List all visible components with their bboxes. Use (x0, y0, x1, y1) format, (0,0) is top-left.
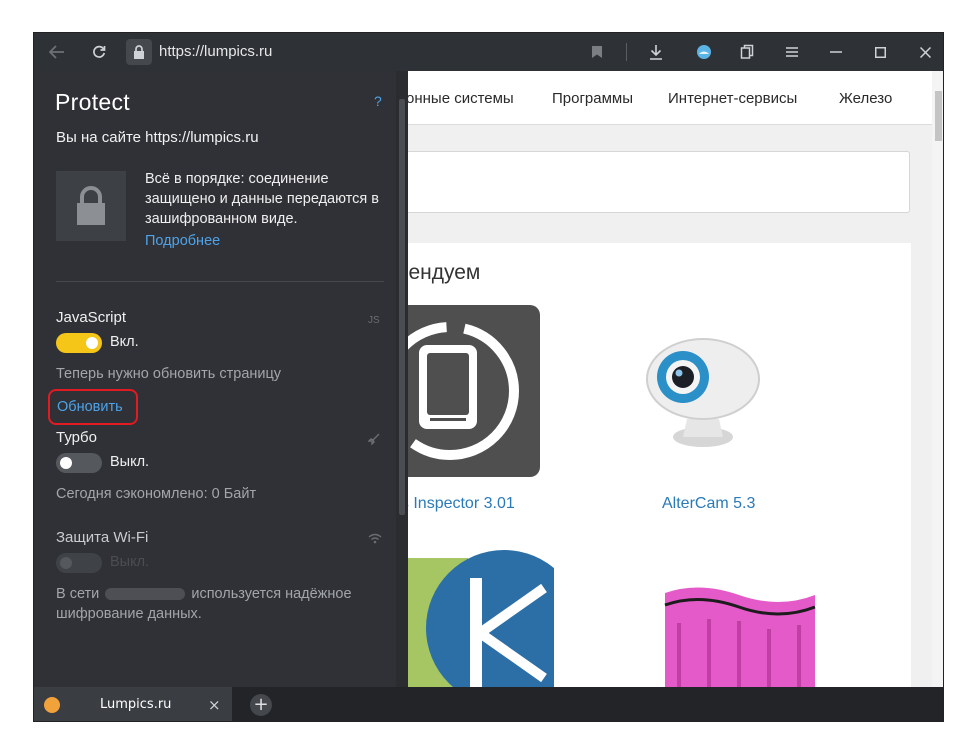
rocket-icon (367, 433, 380, 448)
more-info-link[interactable]: Подробнее (145, 233, 220, 249)
wifi-protection-label: Защита Wi-Fi (56, 529, 149, 546)
back-icon[interactable] (42, 33, 72, 71)
javascript-icon: JS (368, 315, 380, 326)
address-bar[interactable]: https://lumpics.ru (159, 33, 272, 71)
toggle-knob (60, 557, 72, 569)
bookmark-icon[interactable] (582, 33, 612, 71)
nav-item-internet-services[interactable]: Интернет-сервисы (668, 71, 797, 127)
nav-item-os[interactable]: онные системы (406, 71, 514, 127)
nav-item-programs[interactable]: Программы (552, 71, 633, 127)
page-scroll-thumb[interactable] (935, 91, 942, 141)
help-link[interactable]: ? (374, 93, 382, 109)
wifi-note-suffix: используется надёжное (191, 586, 352, 602)
program-logo-kodi[interactable] (394, 548, 582, 687)
javascript-toggle-label: Вкл. (110, 334, 139, 350)
program-link-altercam[interactable]: AlterCam 5.3 (662, 495, 755, 513)
network-name-blurred (105, 588, 186, 601)
hamburger-menu-icon[interactable] (777, 33, 807, 71)
yandex-disk-icon[interactable] (689, 33, 719, 71)
new-tab-button[interactable]: + (250, 694, 272, 716)
turbo-saved-text: Сегодня сэкономлено: 0 Байт (56, 486, 257, 502)
reload-icon[interactable] (84, 33, 114, 71)
connection-status-text: Всё в порядке: соединение защищено и дан… (145, 171, 379, 227)
protect-panel: Protect ? Вы на сайте https://lumpics.ru… (34, 71, 408, 687)
site-line: Вы на сайте https://lumpics.ru (56, 129, 259, 146)
reload-needed-note: Теперь нужно обновить страницу (56, 366, 282, 382)
minimize-icon[interactable] (821, 33, 851, 71)
nav-item-hardware[interactable]: Железо (839, 71, 892, 127)
panel-divider (56, 281, 384, 282)
program-logo-altercam[interactable] (639, 329, 769, 459)
site-search-box[interactable] (334, 151, 910, 213)
panel-scroll-thumb[interactable] (399, 99, 405, 515)
wifi-toggle-label: Выкл. (110, 554, 150, 570)
recommended-card: мендуем es Inspector 3.01 AlterCam 5.3 (324, 243, 911, 687)
toggle-knob (60, 457, 72, 469)
close-window-icon[interactable] (910, 33, 940, 71)
toolbar-divider (626, 43, 627, 61)
javascript-label: JavaScript (56, 309, 127, 326)
program-logo-film[interactable] (659, 583, 819, 687)
program-link-inspector[interactable]: es Inspector 3.01 (392, 495, 515, 513)
wifi-note-line2: шифрование данных. (56, 606, 202, 622)
wifi-icon (368, 533, 382, 547)
browser-window: https://lumpics.ru онные системы Програм… (33, 32, 944, 722)
wifi-note: В сети используется надёжное шифрование … (56, 584, 352, 624)
tabs-manager-icon[interactable] (732, 33, 762, 71)
turbo-toggle-label: Выкл. (110, 454, 150, 470)
wifi-toggle (56, 553, 102, 573)
refresh-page-button[interactable]: Обновить (48, 389, 138, 425)
tab-lumpics[interactable]: Lumpics.ru × (34, 687, 232, 721)
favicon-icon (44, 697, 60, 713)
page-scrollbar[interactable] (932, 71, 943, 687)
tab-bar: Lumpics.ru × + (34, 687, 943, 721)
wifi-note-prefix: В сети (56, 586, 100, 602)
protect-title: Protect (55, 89, 130, 115)
tab-title: Lumpics.ru (100, 697, 172, 712)
tab-close-icon[interactable]: × (208, 687, 221, 721)
javascript-toggle[interactable] (56, 333, 102, 353)
browser-toolbar: https://lumpics.ru (34, 33, 943, 71)
turbo-label: Турбо (56, 429, 97, 446)
toggle-knob (86, 337, 98, 349)
padlock-icon (56, 171, 126, 241)
refresh-page-label: Обновить (57, 399, 123, 415)
maximize-icon[interactable] (865, 33, 895, 71)
protect-lock-button[interactable] (126, 39, 152, 65)
turbo-toggle[interactable] (56, 453, 102, 473)
download-icon[interactable] (641, 33, 671, 71)
panel-scrollbar[interactable] (396, 71, 408, 687)
